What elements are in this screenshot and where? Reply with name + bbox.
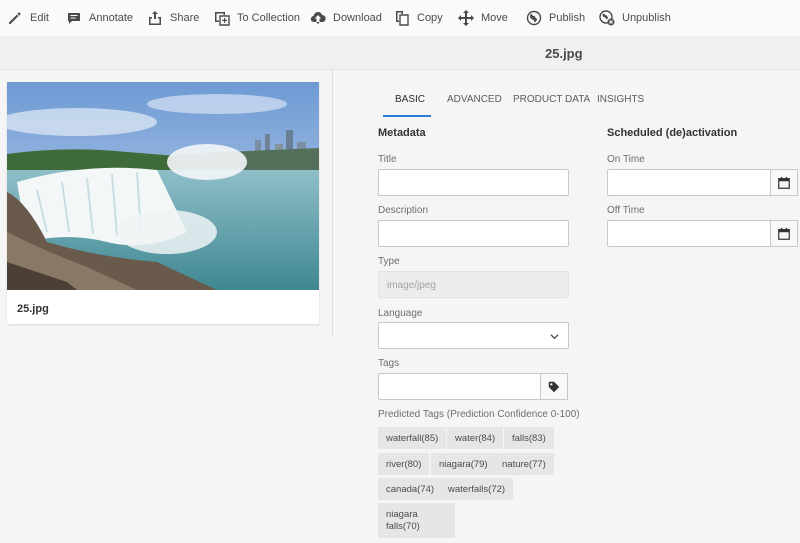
schedule-heading: Scheduled (de)activation	[607, 127, 738, 139]
off-time-calendar-button[interactable]	[770, 220, 798, 247]
copy-label: Copy	[417, 12, 443, 24]
tab-basic[interactable]: BASIC	[395, 94, 425, 105]
predicted-tag-chip[interactable]: waterfalls(72)	[440, 478, 514, 500]
on-time-calendar-button[interactable]	[770, 169, 798, 196]
to-collection-button[interactable]: To Collection	[214, 0, 300, 36]
predicted-tag-chip[interactable]: waterfall(85)	[378, 427, 447, 449]
share-icon	[149, 11, 161, 25]
off-time-field[interactable]	[607, 220, 798, 247]
tab-insights[interactable]: INSIGHTS	[597, 94, 644, 105]
globe-remove-icon	[599, 10, 615, 26]
asset-caption: 25.jpg	[17, 303, 49, 315]
tags-field[interactable]	[378, 373, 568, 400]
asset-card[interactable]: 25.jpg	[7, 82, 319, 324]
predicted-tag-chip[interactable]: nature(77)	[494, 453, 554, 475]
publish-button[interactable]: Publish	[526, 0, 585, 36]
share-label: Share	[170, 12, 200, 24]
to-collection-label: To Collection	[237, 12, 300, 24]
copy-button[interactable]: Copy	[394, 0, 443, 36]
comment-icon	[68, 13, 80, 24]
predicted-tag-chip[interactable]: niagara(79)	[431, 453, 496, 475]
predicted-tag-chip[interactable]: niagara falls(70)	[378, 503, 455, 538]
move-button[interactable]: Move	[458, 0, 508, 36]
title-field[interactable]	[378, 169, 569, 196]
predicted-tag-chip[interactable]: river(80)	[378, 453, 430, 475]
unpublish-label: Unpublish	[622, 12, 671, 24]
asset-thumbnail	[7, 82, 319, 290]
copy-icon	[396, 11, 409, 26]
off-time-label: Off Time	[607, 205, 645, 216]
language-select[interactable]	[378, 322, 569, 349]
move-icon	[458, 10, 474, 26]
tab-product-data[interactable]: PRODUCT DATA	[513, 94, 590, 105]
edit-button[interactable]: Edit	[7, 0, 49, 36]
collection-icon	[215, 12, 230, 26]
predicted-tags-label: Predicted Tags (Prediction Confidence 0-…	[378, 409, 580, 420]
publish-label: Publish	[549, 12, 586, 24]
annotate-button[interactable]: Annotate	[66, 0, 133, 36]
type-field: image/jpeg	[378, 271, 569, 298]
globe-icon	[526, 10, 542, 26]
active-tab-indicator	[383, 115, 431, 117]
description-field[interactable]	[378, 220, 569, 247]
annotate-label: Annotate	[89, 12, 134, 24]
type-label: Type	[378, 256, 400, 267]
calendar-icon	[778, 227, 790, 240]
on-time-label: On Time	[607, 154, 645, 165]
description-label: Description	[378, 205, 429, 216]
metadata-heading: Metadata	[378, 127, 426, 139]
action-toolbar: Edit Annotate Share To Collection Downlo…	[0, 0, 800, 36]
unpublish-button[interactable]: Unpublish	[599, 0, 671, 36]
predicted-tag-chip[interactable]: canada(74)	[378, 478, 443, 500]
calendar-icon	[778, 176, 790, 189]
tab-advanced[interactable]: ADVANCED	[447, 94, 502, 105]
move-label: Move	[481, 12, 508, 24]
pencil-icon	[9, 12, 21, 24]
panel-divider	[332, 70, 333, 336]
download-label: Download	[333, 12, 382, 24]
edit-label: Edit	[30, 12, 49, 24]
asset-title-bar: 25.jpg	[0, 36, 800, 70]
tags-label: Tags	[378, 358, 400, 369]
download-button[interactable]: Download	[310, 0, 382, 36]
predicted-tag-chip[interactable]: falls(83)	[504, 427, 554, 449]
cloud-download-icon	[310, 12, 326, 25]
language-label: Language	[378, 308, 423, 319]
tag-picker-button[interactable]	[540, 373, 568, 400]
page-title: 25.jpg	[545, 46, 583, 61]
tag-icon	[548, 381, 560, 392]
on-time-field[interactable]	[607, 169, 798, 196]
share-button[interactable]: Share	[147, 0, 199, 36]
predicted-tag-chip[interactable]: water(84)	[447, 427, 504, 449]
title-label: Title	[378, 154, 397, 165]
chevron-down-icon	[550, 334, 559, 340]
